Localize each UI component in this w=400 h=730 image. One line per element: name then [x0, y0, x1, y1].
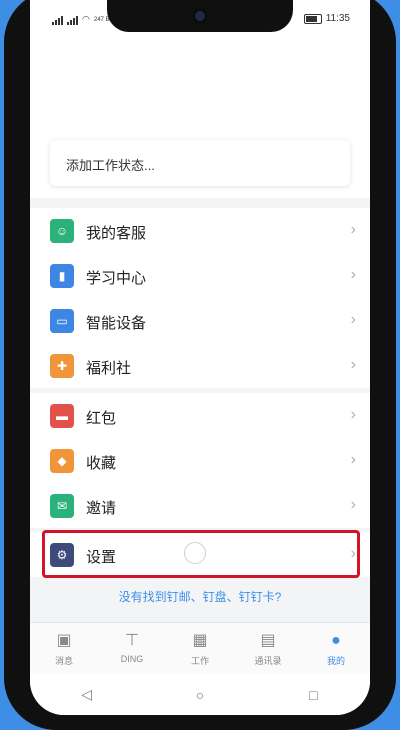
- menu-item-label: 智能设备: [86, 315, 147, 332]
- bottom-tab-bar: ▣ 消息 ⊤ DING ▦ 工作 ▤ 通讯录 ● 我的: [30, 622, 370, 675]
- grid-icon: ▦: [192, 632, 208, 649]
- chevron-right-icon: ›: [350, 406, 356, 423]
- chevron-right-icon: ›: [350, 221, 356, 238]
- app-screen: ◠ 247 B/s 11:35 添加工作状态... ☺ 我的客服 › ▮ 学习中…: [30, 0, 370, 715]
- signal-icon: [52, 15, 63, 25]
- system-nav-bar: ◁ ○ □: [30, 674, 370, 715]
- status-bar: ◠ 247 B/s 11:35: [30, 0, 370, 40]
- tab-messages[interactable]: ▣ 消息: [30, 623, 98, 675]
- touch-indicator: [184, 542, 206, 564]
- signal-icon-2: [67, 15, 78, 25]
- menu-item-invite[interactable]: ✉ 邀请 ›: [30, 483, 370, 528]
- tab-contacts[interactable]: ▤ 通讯录: [234, 623, 302, 675]
- chevron-right-icon: ›: [350, 266, 356, 283]
- chevron-right-icon: ›: [350, 451, 356, 468]
- work-status-card[interactable]: 添加工作状态...: [50, 140, 350, 186]
- person-icon: ●: [331, 632, 341, 649]
- tab-label: DING: [120, 654, 144, 664]
- home-icon[interactable]: ○: [185, 687, 215, 703]
- status-right: 11:35: [303, 13, 350, 24]
- menu-item-welfare[interactable]: ✚ 福利社 ›: [30, 343, 370, 388]
- menu-item-learning-center[interactable]: ▮ 学习中心 ›: [30, 253, 370, 298]
- message-icon: ▣: [56, 632, 72, 649]
- menu-item-customer-service[interactable]: ☺ 我的客服 ›: [30, 208, 370, 253]
- device-icon: ▭: [50, 309, 74, 333]
- status-left: ◠ 247 B/s: [52, 14, 114, 25]
- menu-item-label: 福利社: [86, 360, 132, 377]
- book-icon: ▮: [50, 264, 74, 288]
- clock: 11:35: [325, 13, 350, 24]
- tab-label: 消息: [54, 656, 73, 666]
- wifi-icon: ◠: [82, 14, 90, 24]
- red-packet-icon: ▬: [50, 404, 74, 428]
- battery-icon: [303, 13, 322, 24]
- notch: [107, 0, 293, 32]
- gift-icon: ✚: [50, 354, 74, 378]
- menu-item-label: 红包: [86, 410, 117, 427]
- tab-ding[interactable]: ⊤ DING: [98, 623, 166, 675]
- work-status-placeholder: 添加工作状态...: [66, 158, 155, 173]
- menu-item-label: 我的客服: [86, 225, 147, 242]
- invite-icon: ✉: [50, 494, 74, 518]
- customer-service-icon: ☺: [50, 219, 74, 243]
- camera-icon: [193, 9, 207, 23]
- pin-icon: ⊤: [125, 632, 139, 649]
- chevron-right-icon: ›: [350, 356, 356, 373]
- menu-item-label: 收藏: [86, 455, 117, 472]
- recents-icon[interactable]: □: [298, 687, 328, 703]
- tab-me[interactable]: ● 我的: [302, 623, 370, 675]
- chevron-right-icon: ›: [350, 496, 356, 513]
- chevron-right-icon: ›: [350, 311, 356, 328]
- menu-item-red-packet[interactable]: ▬ 红包 ›: [30, 393, 370, 438]
- menu-group-2: ▬ 红包 › ◆ 收藏 › ✉ 邀请 ›: [30, 393, 370, 528]
- tab-label: 工作: [190, 656, 209, 666]
- tab-work[interactable]: ▦ 工作: [166, 623, 234, 675]
- not-found-link[interactable]: 没有找到钉邮、钉盘、钉钉卡?: [30, 588, 370, 605]
- menu-item-label: 学习中心: [86, 270, 147, 287]
- menu-item-favorites[interactable]: ◆ 收藏 ›: [30, 438, 370, 483]
- favorites-icon: ◆: [50, 449, 74, 473]
- menu-item-label: 邀请: [86, 500, 117, 517]
- tab-label: 通讯录: [254, 656, 282, 666]
- back-icon[interactable]: ◁: [72, 686, 102, 703]
- contacts-icon: ▤: [260, 632, 276, 649]
- menu-item-smart-devices[interactable]: ▭ 智能设备 ›: [30, 298, 370, 343]
- tab-label: 我的: [326, 656, 345, 666]
- menu-group-1: ☺ 我的客服 › ▮ 学习中心 › ▭ 智能设备 › ✚ 福利社 ›: [30, 208, 370, 388]
